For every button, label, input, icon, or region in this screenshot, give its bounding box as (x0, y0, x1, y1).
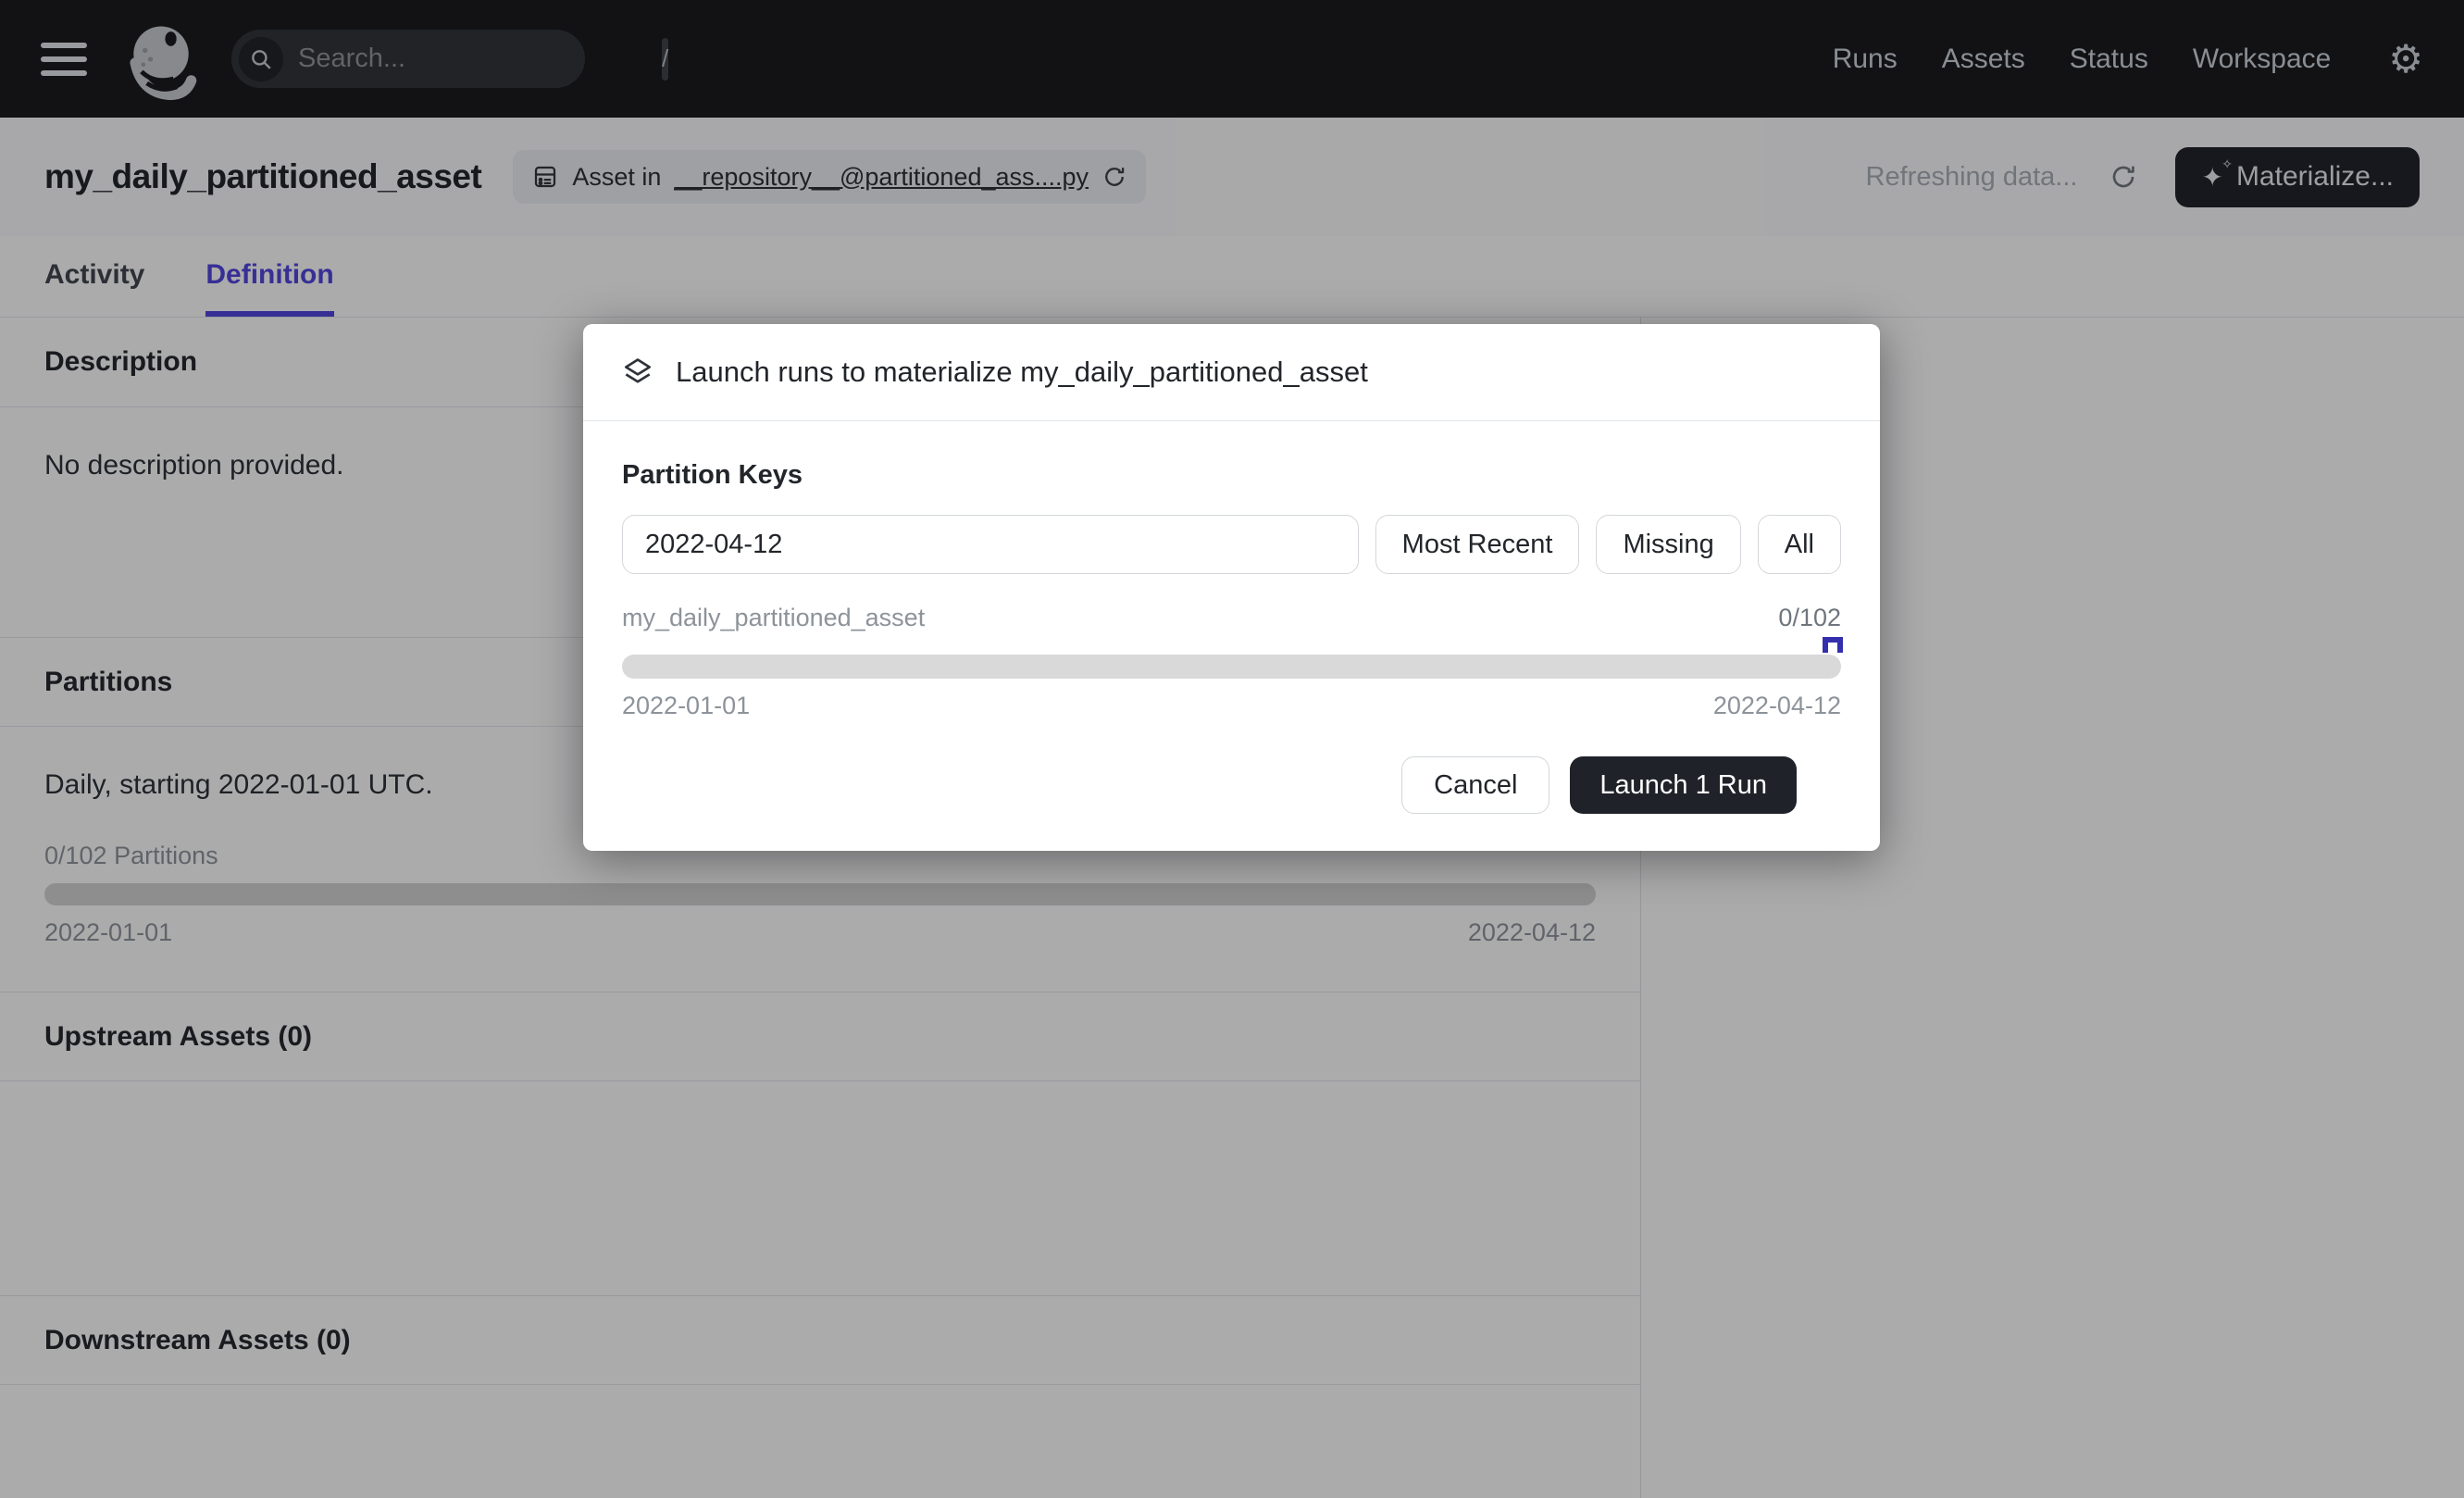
partition-keys-input[interactable] (622, 515, 1359, 574)
modal-title: Launch runs to materialize my_daily_part… (676, 356, 1368, 389)
modal-range-end: 2022-04-12 (1713, 692, 1841, 720)
partition-keys-label: Partition Keys (622, 460, 1841, 491)
modal-header: Launch runs to materialize my_daily_part… (583, 324, 1880, 421)
selected-range-marker (1823, 637, 1843, 653)
modal-partition-bar[interactable] (622, 655, 1841, 679)
partition-keys-row: Most Recent Missing All (622, 515, 1841, 574)
modal-asset-name: my_daily_partitioned_asset (622, 604, 925, 632)
cancel-button[interactable]: Cancel (1401, 756, 1549, 814)
launch-runs-modal: Launch runs to materialize my_daily_part… (583, 324, 1880, 851)
all-button[interactable]: All (1758, 515, 1841, 574)
modal-range-start: 2022-01-01 (622, 692, 750, 720)
most-recent-button[interactable]: Most Recent (1375, 515, 1580, 574)
app-screen: / Runs Assets Status Workspace ⚙ my_dail… (0, 0, 2464, 1498)
missing-button[interactable]: Missing (1596, 515, 1740, 574)
modal-footer: Cancel Launch 1 Run (622, 756, 1841, 851)
modal-range-dates: 2022-01-01 2022-04-12 (622, 692, 1841, 720)
selection-marker-row (622, 632, 1841, 655)
launch-run-button[interactable]: Launch 1 Run (1570, 756, 1797, 814)
modal-progress-labels: my_daily_partitioned_asset 0/102 (622, 604, 1841, 632)
modal-body: Partition Keys Most Recent Missing All m… (583, 421, 1880, 851)
asset-layers-icon (620, 355, 655, 390)
modal-partition-count: 0/102 (1778, 604, 1841, 632)
